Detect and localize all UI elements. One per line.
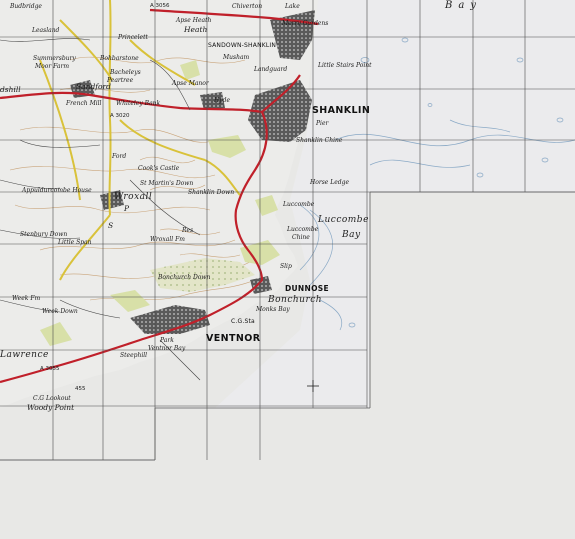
label-summersbury: Summersbury (33, 55, 76, 62)
label-merry-gardens: Merry Gardens (282, 20, 329, 27)
label-wroxall[interactable]: Wroxall (114, 193, 152, 202)
label-dunnose[interactable]: DUNNOSE (285, 285, 329, 293)
label-sandford: Sandford (76, 82, 111, 91)
label-cg-sta: C.G.Sta (231, 318, 255, 325)
label-road-a3055: A 3055 (40, 366, 60, 372)
label-week-farm: Week Fm (12, 295, 41, 302)
label-s: S (108, 221, 114, 230)
label-heath: Heath (184, 25, 208, 34)
label-peartree: Peartree (107, 77, 134, 84)
label-slip: Slip (280, 263, 292, 270)
label-steephill: Steephill (120, 352, 148, 359)
label-godshill: dshill (0, 85, 21, 94)
label-shanklin-chine: Shanklin Chine (296, 137, 343, 144)
label-woody-point: Woody Point (27, 403, 75, 412)
label-bohbarstone: Bohbarstone (100, 55, 139, 62)
label-little-stairs-point: Little Stairs Point (318, 62, 372, 69)
label-hyde: Hyde (214, 97, 231, 104)
label-bonchurch-down: Bonchurch Down (158, 274, 211, 281)
label-pier: Pier (316, 120, 329, 127)
label-little-span: Little Span (58, 239, 92, 246)
label-monks-bay: Monks Bay (256, 306, 290, 313)
label-whiteley-bank: Whiteley Bank (116, 100, 161, 107)
label-ventnor[interactable]: VENTNOR (206, 334, 260, 344)
label-455: 455 (75, 386, 86, 392)
label-moor-farm: Moor Farm (35, 63, 70, 70)
label-ford: Ford (112, 153, 127, 160)
label-sandown-shanklin: SANDOWN-SHANKLIN (208, 42, 277, 49)
label-luccombe-chine-1: Luccombe (287, 226, 319, 233)
label-cg-lookout: C.G Lookout (33, 395, 71, 402)
label-park: Park (160, 337, 174, 344)
label-apse-manor: Apse Manor (172, 80, 209, 87)
label-luccombe-bay-2: Bay (342, 230, 361, 240)
label-budbridge: Budbridge (10, 3, 42, 10)
label-st-martins-down: St Martin's Down (140, 180, 194, 187)
label-luccombe-chine-2: Chine (292, 234, 310, 241)
label-shanklin[interactable]: SHANKLIN (312, 106, 370, 116)
label-landguard: Landguard (254, 66, 288, 73)
label-leasland: Leasland (32, 27, 60, 34)
label-stenbury-down: Stenbury Down (20, 231, 68, 238)
label-res: Res (182, 227, 194, 234)
label-musham: Musham (223, 54, 250, 61)
label-luccombe-bay-1: Luccombe (318, 215, 369, 225)
label-appuldurcombe: Appuldurcombe House (22, 187, 92, 194)
map-viewport[interactable]: Bay SHANKLIN VENTNOR DUNNOSE Bonchurch L… (0, 0, 575, 539)
label-chiverton: Chiverton (232, 3, 263, 10)
label-wroxall-farm: Wroxall Fm (150, 236, 185, 243)
label-road-a3020: A 3020 (110, 113, 130, 119)
label-st-lawrence: Lawrence (0, 350, 49, 360)
label-bonchurch[interactable]: Bonchurch (268, 296, 322, 305)
label-bacheleys: Bacheleys (110, 69, 141, 76)
label-ventnor-bay: Ventnor Bay (148, 345, 186, 352)
label-french-mill: French Mill (66, 100, 102, 107)
label-lake: Lake (285, 3, 300, 10)
label-road-a3056: A 3056 (150, 3, 170, 9)
label-horse-ledge: Horse Ledge (310, 179, 350, 186)
label-cooks-castle: Cook's Castle (138, 165, 180, 172)
label-luccombe[interactable]: Luccombe (283, 202, 314, 208)
label-apse-heath: Apse Heath (176, 17, 212, 24)
label-bay-top: Bay (445, 0, 482, 11)
label-p: P (124, 204, 130, 213)
label-princelett: Princelett (118, 34, 148, 41)
label-week-down: Week Down (42, 308, 78, 315)
label-shanklin-down: Shanklin Down (188, 189, 235, 196)
